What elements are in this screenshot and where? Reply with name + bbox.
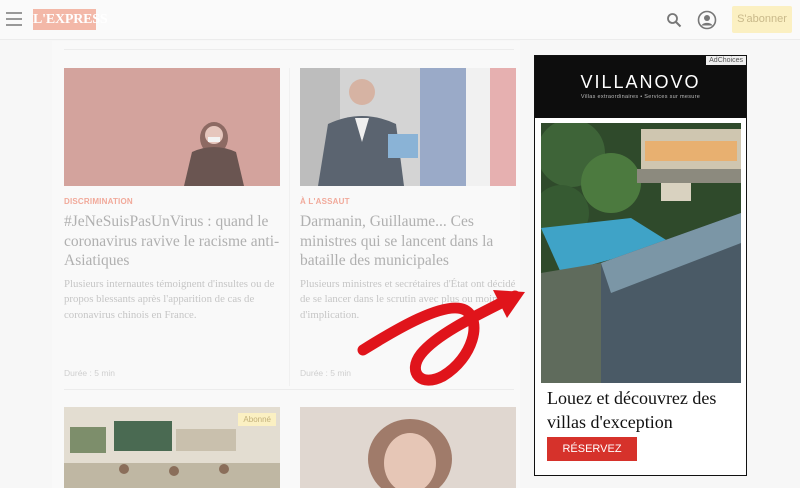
red-arrow-annotation bbox=[357, 290, 525, 386]
article-duration: Durée : 5 min bbox=[300, 368, 352, 378]
reserve-button[interactable]: RÉSERVEZ bbox=[547, 437, 637, 461]
article-card[interactable]: DISCRIMINATION #JeNeSuisPasUnVirus : qua… bbox=[64, 68, 280, 378]
site-logo[interactable]: L'EXPRESS bbox=[33, 9, 108, 30]
article-duration: Durée : 5 min bbox=[64, 368, 116, 378]
woman-portrait-illustration bbox=[300, 407, 516, 488]
search-icon[interactable] bbox=[666, 12, 682, 28]
ad-villa-image[interactable] bbox=[541, 123, 741, 383]
subscriber-badge: Abonné bbox=[238, 413, 276, 426]
advertisement[interactable]: VILLANOVO Villas extraordinaires • Servi… bbox=[534, 55, 747, 476]
ad-tagline: Villas extraordinaires • Services sur me… bbox=[580, 94, 701, 100]
adchoices-icon[interactable]: AdChoices bbox=[706, 56, 746, 65]
article-image[interactable] bbox=[64, 68, 280, 186]
masked-person-illustration bbox=[64, 68, 280, 186]
top-bar: L'EXPRESS S'abonner bbox=[0, 0, 800, 40]
ad-headline[interactable]: Louez et découvrez des villas d'exceptio… bbox=[547, 386, 739, 434]
article-card[interactable]: Abonné bbox=[64, 407, 280, 488]
article-image[interactable] bbox=[300, 68, 516, 186]
ad-brand: VILLANOVO bbox=[580, 72, 701, 92]
minister-photo-illustration bbox=[300, 68, 516, 186]
ad-header: VILLANOVO Villas extraordinaires • Servi… bbox=[535, 56, 746, 118]
article-excerpt: Plusieurs internautes témoignent d'insul… bbox=[64, 277, 275, 321]
villa-pool-illustration bbox=[541, 123, 741, 383]
article-title[interactable]: Darmanin, Guillaume... Ces ministres qui… bbox=[300, 212, 516, 271]
article-image[interactable]: Abonné bbox=[64, 407, 280, 488]
article-image[interactable] bbox=[300, 407, 516, 488]
article-title[interactable]: #JeNeSuisPasUnVirus : quand le coronavir… bbox=[64, 212, 280, 271]
column-divider bbox=[289, 68, 290, 386]
article-category[interactable]: DISCRIMINATION bbox=[64, 197, 280, 206]
article-category[interactable]: À L'ASSAUT bbox=[300, 197, 516, 206]
account-icon[interactable] bbox=[697, 10, 717, 30]
subscribe-button[interactable]: S'abonner bbox=[732, 6, 792, 33]
separator bbox=[64, 49, 514, 50]
article-card[interactable] bbox=[300, 407, 516, 488]
hamburger-icon[interactable] bbox=[6, 12, 22, 26]
